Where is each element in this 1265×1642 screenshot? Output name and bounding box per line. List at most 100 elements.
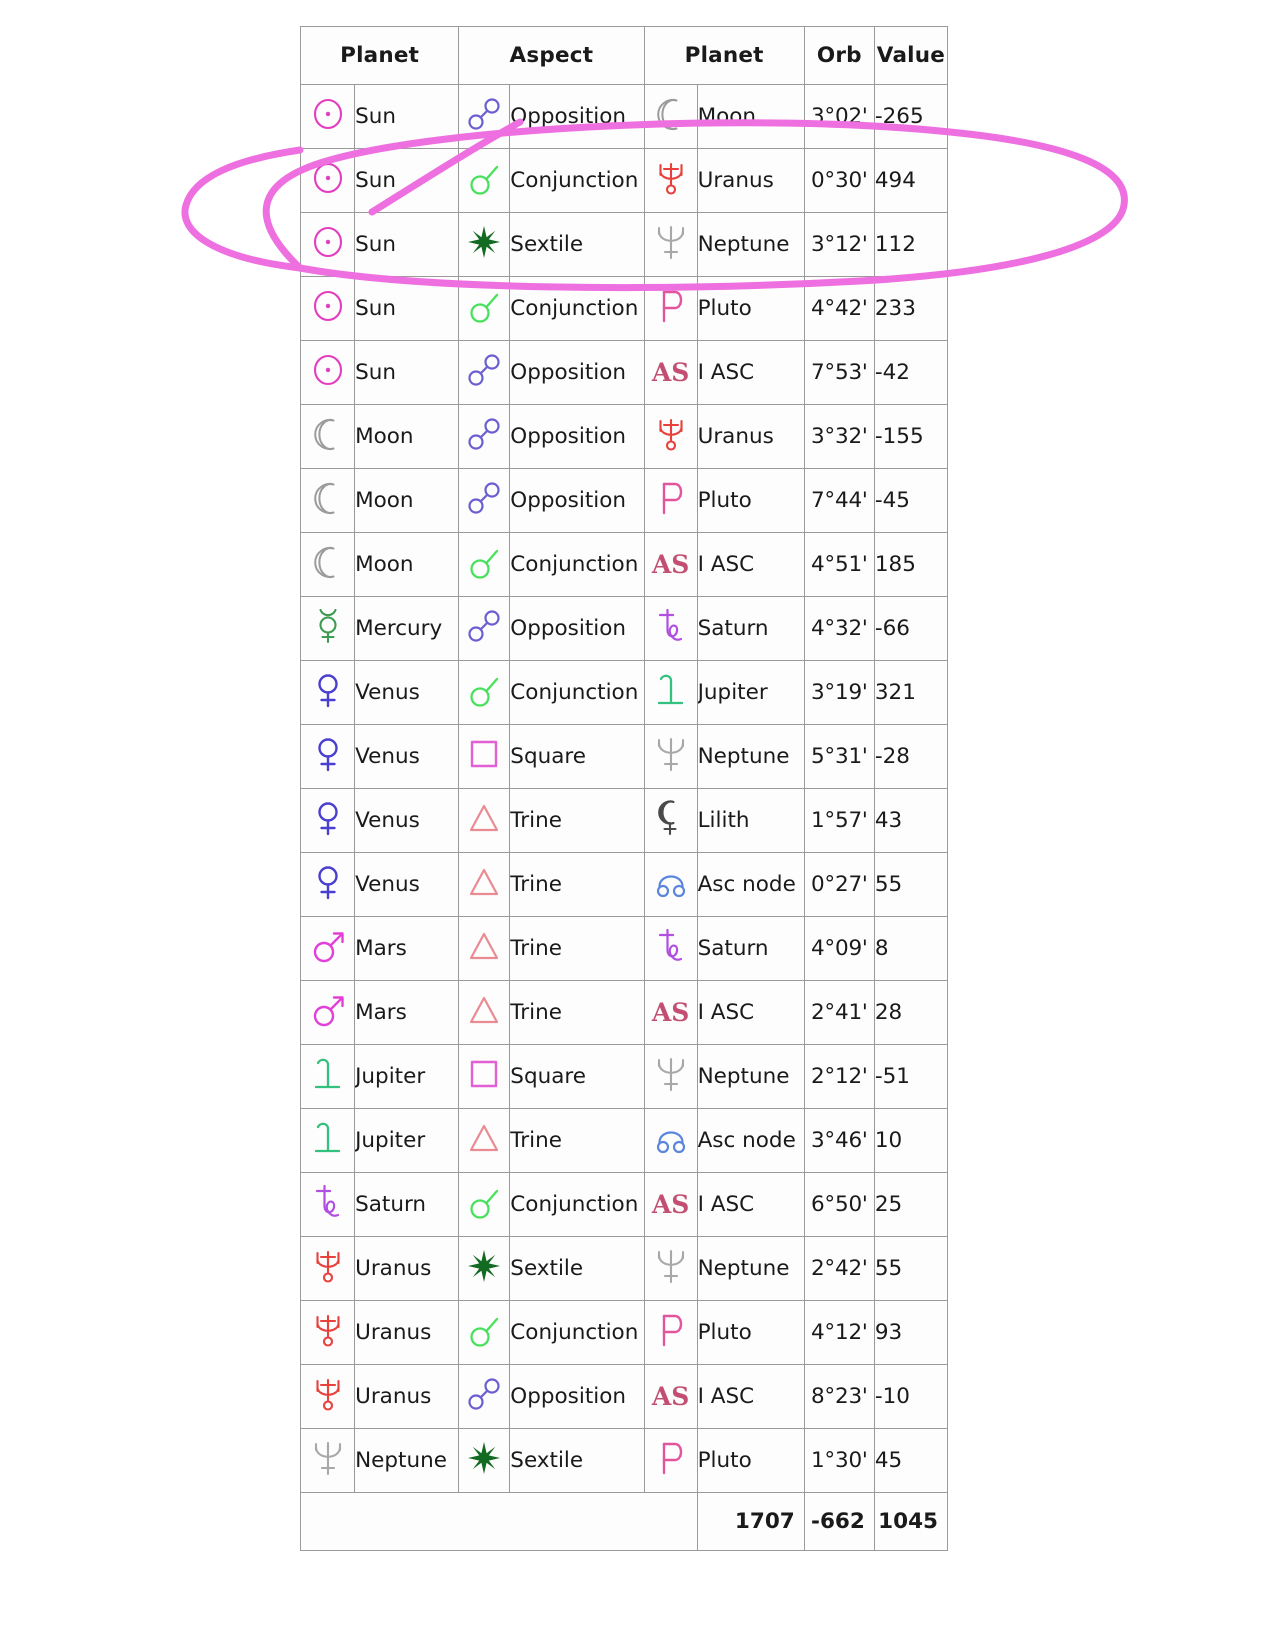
- planet1-symbol-cell: [299, 84, 356, 149]
- orb-cell: 1°57': [803, 788, 875, 853]
- planet2-symbol-cell: [643, 212, 698, 277]
- planet2-symbol-cell: [643, 1300, 698, 1365]
- planet1-name-cell: Sun: [354, 340, 460, 405]
- value-cell: -265: [873, 84, 949, 149]
- planet2-name-cell: Pluto: [696, 1300, 805, 1365]
- table-row: Mars Trine Saturn 4°09' 8: [299, 916, 949, 981]
- opposition-icon: [467, 417, 501, 451]
- aspect-name-cell: Opposition: [509, 340, 645, 405]
- orb-cell: 4°09': [803, 916, 875, 981]
- orb-cell: 4°12': [803, 1300, 875, 1365]
- planet1-name-cell: Sun: [354, 148, 460, 213]
- table-row: Mercury Opposition Saturn 4°32' -66: [299, 596, 949, 661]
- aspect-name-cell: Trine: [509, 788, 645, 853]
- planet1-symbol-cell: [299, 852, 356, 917]
- planet1-name-cell: Uranus: [354, 1300, 460, 1365]
- table-row: Sun Sextile Neptune 3°12' 112: [299, 212, 949, 277]
- uranus-icon: [311, 1248, 345, 1284]
- planet1-symbol-cell: [299, 724, 356, 789]
- planet2-symbol-cell: [643, 468, 698, 533]
- aspects-table-container: Planet Aspect Planet Orb Value Sun Opposi…: [299, 26, 949, 1551]
- planet2-name-cell: Asc node: [696, 1108, 805, 1173]
- aspect-symbol-cell: [458, 276, 511, 341]
- planet2-symbol-cell: [643, 84, 698, 149]
- planet2-name-cell: Neptune: [696, 1044, 805, 1109]
- aspect-symbol-cell: [458, 468, 511, 533]
- totals-positive-sum: 1707: [696, 1492, 805, 1551]
- planet1-symbol-cell: [299, 340, 356, 405]
- planet1-name-cell: Sun: [354, 276, 460, 341]
- value-cell: -42: [873, 340, 949, 405]
- planet1-symbol-cell: [299, 980, 356, 1045]
- totals-net-total: 1045: [873, 1492, 949, 1551]
- sun-icon: [311, 289, 345, 323]
- value-cell: 494: [873, 148, 949, 213]
- aspect-name-cell: Conjunction: [509, 660, 645, 725]
- conjunction-icon: [467, 674, 501, 707]
- aspect-name-cell: Sextile: [509, 212, 645, 277]
- planet1-name-cell: Moon: [354, 404, 460, 469]
- aspect-name-cell: Square: [509, 724, 645, 789]
- planet2-name-cell: Lilith: [696, 788, 805, 853]
- planet2-symbol-cell: [643, 916, 698, 981]
- aspect-symbol-cell: [458, 1428, 511, 1493]
- orb-cell: 7°53': [803, 340, 875, 405]
- planet2-name-cell: Moon: [696, 84, 805, 149]
- orb-cell: 3°19': [803, 660, 875, 725]
- table-row: Jupiter Trine Asc node 3°46' 10: [299, 1108, 949, 1173]
- column-header-value: Value: [873, 26, 949, 85]
- orb-cell: 0°30': [803, 148, 875, 213]
- planet2-symbol-cell: AS: [643, 1172, 698, 1237]
- planet2-symbol-cell: [643, 660, 698, 725]
- planet2-symbol-cell: [643, 1236, 698, 1301]
- neptune-icon: [654, 224, 688, 260]
- column-header-planet1: Planet: [299, 26, 460, 85]
- pluto-icon: [655, 1312, 687, 1348]
- aspect-name-cell: Sextile: [509, 1428, 645, 1493]
- moon-icon: [311, 545, 345, 580]
- orb-cell: 8°23': [803, 1364, 875, 1429]
- planet2-name-cell: Jupiter: [696, 660, 805, 725]
- pluto-icon: [655, 288, 687, 324]
- planet1-symbol-cell: [299, 468, 356, 533]
- planet1-symbol-cell: [299, 1300, 356, 1365]
- planet1-symbol-cell: [299, 1364, 356, 1429]
- aspect-name-cell: Conjunction: [509, 276, 645, 341]
- value-cell: 185: [873, 532, 949, 597]
- orb-cell: 4°51': [803, 532, 875, 597]
- planet2-symbol-cell: [643, 1044, 698, 1109]
- value-cell: 45: [873, 1428, 949, 1493]
- planet1-name-cell: Venus: [354, 852, 460, 917]
- orb-cell: 2°42': [803, 1236, 875, 1301]
- trine-icon: [469, 1124, 499, 1152]
- pluto-icon: [655, 1440, 687, 1476]
- aspect-symbol-cell: [458, 212, 511, 277]
- table-row: Mars Trine AS I ASC 2°41' 28: [299, 980, 949, 1045]
- orb-cell: 2°12': [803, 1044, 875, 1109]
- planet1-symbol-cell: [299, 660, 356, 725]
- opposition-icon: [467, 609, 501, 643]
- square-icon: [470, 1060, 498, 1088]
- orb-cell: 6°50': [803, 1172, 875, 1237]
- planet2-symbol-cell: AS: [643, 340, 698, 405]
- planet2-symbol-cell: [643, 1108, 698, 1173]
- planet2-name-cell: I ASC: [696, 340, 805, 405]
- aspect-symbol-cell: [458, 404, 511, 469]
- conjunction-icon: [467, 1186, 501, 1219]
- planet1-name-cell: Moon: [354, 532, 460, 597]
- neptune-icon: [654, 1056, 688, 1092]
- mars-icon: [310, 929, 346, 963]
- aspect-name-cell: Square: [509, 1044, 645, 1109]
- table-row: Sun Conjunction Uranus 0°30' 494: [299, 148, 949, 213]
- planet2-symbol-cell: [643, 148, 698, 213]
- value-cell: 25: [873, 1172, 949, 1237]
- planet1-name-cell: Jupiter: [354, 1108, 460, 1173]
- venus-icon: [311, 800, 345, 836]
- aspect-symbol-cell: [458, 340, 511, 405]
- aspect-symbol-cell: [458, 724, 511, 789]
- planet2-symbol-cell: [643, 596, 698, 661]
- aspect-name-cell: Opposition: [509, 596, 645, 661]
- venus-icon: [311, 864, 345, 900]
- table-row: Venus Square Neptune 5°31' -28: [299, 724, 949, 789]
- planet2-symbol-cell: AS: [643, 1364, 698, 1429]
